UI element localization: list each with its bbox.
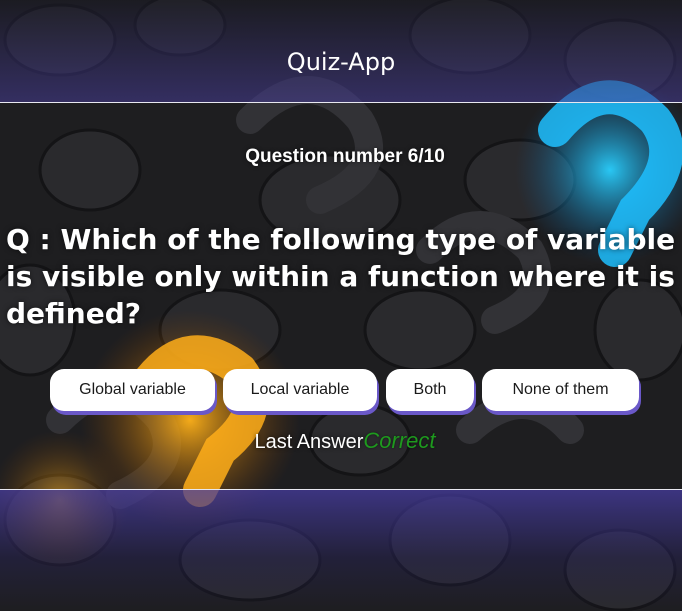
last-answer-status: Correct — [363, 428, 436, 453]
answer-option-global-variable[interactable]: Global variable — [50, 369, 215, 411]
question-text: Q : Which of the following type of varia… — [6, 223, 676, 330]
last-answer: Last AnswerCorrect — [0, 428, 682, 454]
answer-options: Global variable Local variable Both None… — [0, 369, 682, 411]
answer-option-none-of-them[interactable]: None of them — [482, 369, 639, 411]
footer-band — [0, 489, 682, 611]
question-number: Question number 6/10 — [245, 146, 445, 167]
answer-option-both[interactable]: Both — [386, 369, 474, 411]
app-title: Quiz-App — [286, 48, 396, 76]
last-answer-label: Last Answer — [254, 431, 364, 453]
answer-option-local-variable[interactable]: Local variable — [223, 369, 377, 411]
